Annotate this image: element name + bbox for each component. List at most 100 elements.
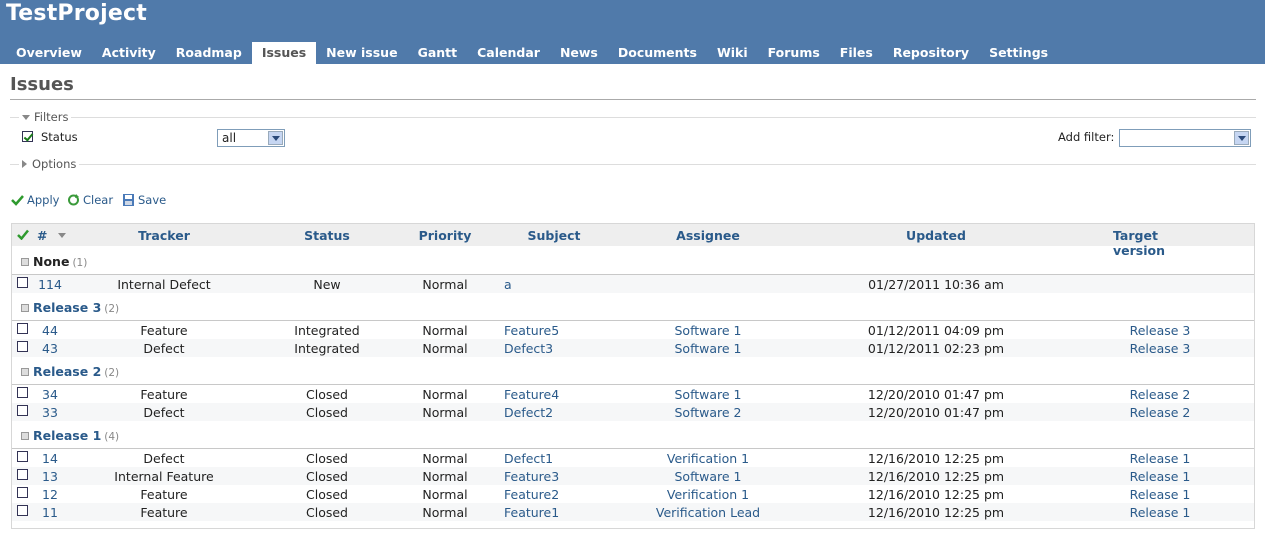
page-title: Issues — [10, 74, 74, 95]
tab-calendar[interactable]: Calendar — [467, 42, 550, 64]
issue-id-link[interactable]: 114 — [38, 277, 62, 292]
table-row[interactable]: 14 Defect Closed Normal Defect1 Verification … — [12, 449, 1254, 467]
cell-assignee[interactable]: Software 2 — [674, 405, 741, 420]
group-name-label: Release 1 — [33, 428, 102, 443]
cell-assignee[interactable]: Software 1 — [674, 387, 741, 402]
collapse-group-icon[interactable] — [21, 304, 29, 312]
tab-news[interactable]: News — [550, 42, 608, 64]
table-row[interactable]: 34 Feature Closed Normal Feature4 Software 1 1… — [12, 385, 1254, 403]
issue-id-link[interactable]: 13 — [42, 469, 58, 484]
status-operator-select[interactable]: all — [217, 129, 285, 147]
tab-documents[interactable]: Documents — [608, 42, 707, 64]
cell-subject[interactable]: Feature4 — [504, 387, 559, 402]
tab-gantt[interactable]: Gantt — [408, 42, 468, 64]
issue-id-link[interactable]: 14 — [42, 451, 58, 466]
options-legend[interactable]: Options — [19, 157, 80, 171]
group-name-label: Release 2 — [33, 364, 102, 379]
row-checkbox[interactable] — [17, 387, 28, 398]
cell-assignee[interactable]: Verification Lead — [656, 505, 760, 520]
status-filter-checkbox[interactable] — [22, 131, 33, 142]
issue-id-link[interactable]: 44 — [42, 323, 58, 338]
cell-target-version[interactable]: Release 1 — [1130, 487, 1191, 502]
column-header-id-label: # — [37, 228, 48, 243]
tab-forums[interactable]: Forums — [758, 42, 830, 64]
row-checkbox[interactable] — [17, 451, 28, 462]
column-header-updated[interactable]: Updated — [906, 228, 966, 243]
cell-assignee[interactable]: Software 1 — [674, 341, 741, 356]
column-header-id[interactable]: # — [37, 228, 66, 243]
table-row[interactable]: 12 Feature Closed Normal Feature2 Verificatio… — [12, 485, 1254, 503]
table-row[interactable]: 13 Internal Feature Closed Normal Feature3 So… — [12, 467, 1254, 485]
cell-subject[interactable]: Feature2 — [504, 487, 559, 502]
cell-target-version[interactable]: Release 1 — [1130, 469, 1191, 484]
tab-new-issue[interactable]: New issue — [316, 42, 407, 64]
row-checkbox[interactable] — [17, 405, 28, 416]
table-row[interactable]: 43 Defect Integrated Normal Defect3 Software … — [12, 339, 1254, 357]
cell-assignee[interactable]: Software 1 — [674, 323, 741, 338]
chevron-down-icon — [268, 131, 283, 145]
cell-subject[interactable]: Feature3 — [504, 469, 559, 484]
row-checkbox[interactable] — [17, 505, 28, 516]
collapse-group-icon[interactable] — [21, 432, 29, 440]
clear-button[interactable]: Clear — [67, 193, 113, 207]
tab-activity[interactable]: Activity — [92, 42, 166, 64]
column-header-priority[interactable]: Priority — [419, 228, 472, 243]
tab-repository[interactable]: Repository — [883, 42, 979, 64]
table-row[interactable]: 44 Feature Integrated Normal Feature5 Softwar… — [12, 321, 1254, 339]
row-checkbox[interactable] — [17, 487, 28, 498]
cell-target-version[interactable]: Release 1 — [1130, 451, 1191, 466]
table-row[interactable]: 114 Internal Defect New Normal a 01/27/2011 1… — [12, 275, 1254, 293]
add-filter-select[interactable] — [1119, 129, 1251, 147]
cell-assignee[interactable]: Software 1 — [674, 469, 741, 484]
cell-target-version[interactable]: Release 2 — [1130, 387, 1191, 402]
group-name[interactable]: Release 1 (4) — [33, 428, 119, 443]
save-button[interactable]: Save — [122, 193, 166, 207]
cell-target-version[interactable]: Release 1 — [1130, 505, 1191, 520]
column-header-subject[interactable]: Subject — [528, 228, 581, 243]
cell-target-version[interactable]: Release 2 — [1130, 405, 1191, 420]
issue-id-link[interactable]: 33 — [42, 405, 58, 420]
collapse-group-icon[interactable] — [21, 258, 29, 266]
tab-files[interactable]: Files — [830, 42, 883, 64]
cell-subject[interactable]: Feature5 — [504, 323, 559, 338]
issues-table: # Tracker Status Priority Subject Assign… — [11, 223, 1255, 529]
cell-subject[interactable]: a — [504, 277, 512, 292]
tab-overview[interactable]: Overview — [6, 42, 92, 64]
apply-label: Apply — [27, 193, 60, 207]
cell-target-version[interactable]: Release 3 — [1130, 323, 1191, 338]
cell-subject[interactable]: Feature1 — [504, 505, 559, 520]
row-checkbox[interactable] — [17, 341, 28, 352]
cell-target-version[interactable]: Release 3 — [1130, 341, 1191, 356]
column-header-tracker[interactable]: Tracker — [138, 228, 190, 243]
tab-issues[interactable]: Issues — [251, 42, 317, 64]
cell-subject[interactable]: Defect2 — [504, 405, 553, 420]
row-checkbox[interactable] — [17, 277, 28, 288]
filters-legend[interactable]: Filters — [19, 110, 72, 124]
tab-roadmap[interactable]: Roadmap — [166, 42, 252, 64]
group-count: (2) — [104, 367, 120, 379]
cell-status: Closed — [306, 451, 348, 466]
tab-wiki[interactable]: Wiki — [707, 42, 758, 64]
column-header-status[interactable]: Status — [304, 228, 350, 243]
project-title[interactable]: TestProject — [6, 1, 147, 26]
toggle-all-checkmark-icon[interactable] — [17, 229, 29, 240]
group-name[interactable]: Release 2 (2) — [33, 364, 119, 379]
issue-id-link[interactable]: 34 — [42, 387, 58, 402]
column-header-assignee[interactable]: Assignee — [676, 228, 740, 243]
cell-priority: Normal — [422, 341, 468, 356]
table-row[interactable]: 33 Defect Closed Normal Defect2 Software 2 12/… — [12, 403, 1254, 421]
table-row[interactable]: 11 Feature Closed Normal Feature1 Verificatio… — [12, 503, 1254, 521]
row-checkbox[interactable] — [17, 469, 28, 480]
cell-subject[interactable]: Defect1 — [504, 451, 553, 466]
cell-subject[interactable]: Defect3 — [504, 341, 553, 356]
row-checkbox[interactable] — [17, 323, 28, 334]
issue-id-link[interactable]: 11 — [42, 505, 58, 520]
tab-settings[interactable]: Settings — [979, 42, 1058, 64]
collapse-group-icon[interactable] — [21, 368, 29, 376]
cell-assignee[interactable]: Verification 1 — [667, 451, 749, 466]
apply-button[interactable]: Apply — [11, 193, 59, 207]
group-name[interactable]: Release 3 (2) — [33, 300, 119, 315]
cell-assignee[interactable]: Verification 1 — [667, 487, 749, 502]
issue-id-link[interactable]: 12 — [42, 487, 58, 502]
issue-id-link[interactable]: 43 — [42, 341, 58, 356]
